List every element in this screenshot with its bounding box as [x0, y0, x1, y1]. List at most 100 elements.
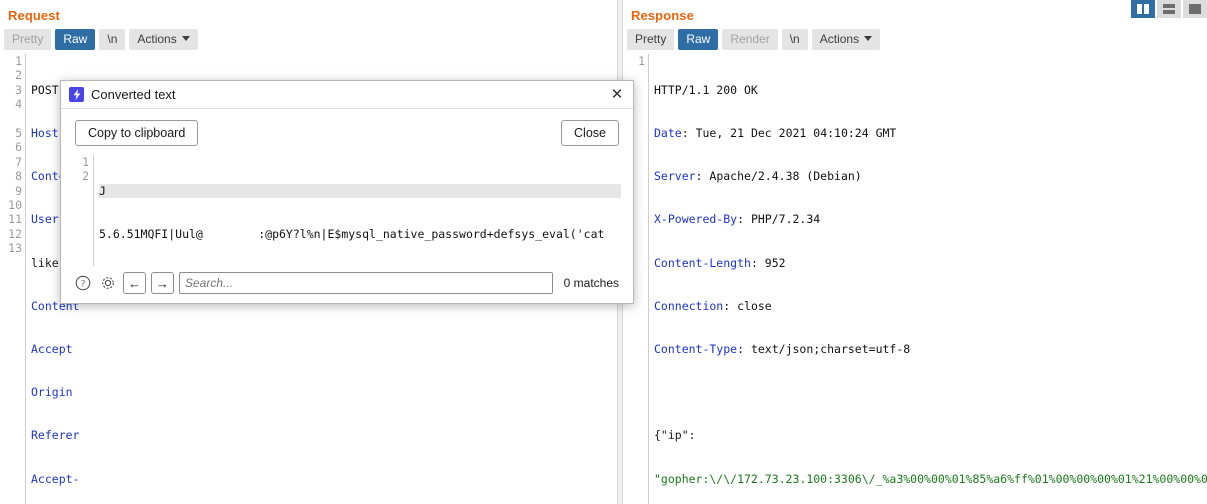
chevron-down-icon — [864, 35, 873, 41]
response-header: Date: Tue, 21 Dec 2021 04:10:24 GMT — [654, 126, 1207, 140]
split-horizontal-icon — [1163, 4, 1175, 14]
response-code-lines: HTTP/1.1 200 OK Date: Tue, 21 Dec 2021 0… — [649, 54, 1207, 504]
converted-text-dialog: Converted text ✕ Copy to clipboard Close… — [60, 80, 634, 304]
request-line: Referer — [31, 428, 617, 442]
header-colon: : — [750, 255, 758, 270]
line-number — [0, 112, 22, 126]
response-tabs: Pretty Raw Render \n Actions — [623, 23, 1207, 54]
line-number: 1 — [15, 54, 22, 68]
search-input[interactable] — [179, 272, 553, 294]
request-line: Accept- — [31, 472, 617, 486]
line-number: 4 — [15, 97, 22, 112]
request-actions-button[interactable]: Actions — [129, 28, 198, 50]
line-number: 13 — [8, 241, 22, 256]
tab-request-pretty[interactable]: Pretty — [4, 28, 52, 50]
header-colon: : — [737, 212, 745, 227]
line-number: 12 — [8, 226, 22, 241]
header-value: Tue, 21 Dec 2021 04:10:24 GMT — [688, 126, 897, 141]
match-count-label: 0 matches — [563, 276, 619, 290]
close-button[interactable]: Close — [561, 120, 619, 146]
dialog-title: Converted text — [91, 87, 176, 102]
response-header: Connection: close — [654, 299, 1207, 313]
response-panel: Response Pretty Raw Render \n Actions 1 … — [623, 0, 1207, 504]
header-name: Content-Type — [654, 342, 738, 357]
lightning-icon — [69, 87, 84, 102]
line-number: 3 — [15, 82, 22, 97]
line-number: 2 — [15, 68, 22, 83]
line-number: 1 — [82, 155, 89, 169]
dialog-code-lines: J 5.6.51MQFI|Uul@ :@p6Y?l%n|E$mysql_nati… — [94, 155, 621, 266]
request-panel-title: Request — [8, 8, 60, 23]
header-name: Content-Length — [654, 255, 751, 270]
line-number: 1 — [638, 54, 645, 68]
converted-text-area[interactable]: 1 2 J 5.6.51MQFI|Uul@ :@p6Y?l%n|E$mysql_… — [73, 155, 621, 266]
tab-response-raw[interactable]: Raw — [678, 28, 719, 50]
line-number: 9 — [15, 183, 22, 198]
line-number: 2 — [82, 169, 89, 184]
dialog-text-line: 5.6.51MQFI|Uul@ :@p6Y?l%n|E$mysql_native… — [99, 227, 605, 242]
arrow-left-icon[interactable]: ← — [123, 272, 146, 294]
single-pane-icon — [1189, 4, 1201, 14]
chevron-down-icon — [181, 35, 190, 41]
response-header: X-Powered-By: PHP/7.2.34 — [654, 212, 1207, 226]
request-line-gutter: 1 2 3 4 5 6 7 8 9 10 11 12 13 — [0, 54, 26, 504]
header-name: Origin — [31, 385, 73, 400]
dialog-line-gutter: 1 2 — [73, 155, 94, 266]
line-number: 6 — [15, 140, 22, 155]
header-colon: : — [681, 126, 689, 141]
split-vertical-icon — [1137, 4, 1149, 14]
line-number: 11 — [8, 212, 22, 227]
header-name: Referer — [31, 428, 80, 443]
request-line: Accept — [31, 342, 617, 356]
gear-icon[interactable] — [98, 273, 118, 293]
arrow-right-icon[interactable]: → — [151, 272, 174, 294]
svg-text:?: ? — [81, 278, 85, 288]
request-line: Origin — [31, 385, 617, 399]
tab-request-raw[interactable]: Raw — [55, 28, 96, 50]
dialog-search-footer: ? ← → 0 matches — [61, 266, 633, 303]
response-actions-label: Actions — [819, 31, 860, 46]
response-panel-title: Response — [631, 8, 694, 23]
response-code-area[interactable]: 1 HTTP/1.1 200 OK Date: Tue, 21 Dec 2021… — [623, 54, 1207, 504]
header-value: close — [730, 298, 772, 313]
header-value: PHP/7.2.34 — [744, 212, 821, 227]
header-colon: : — [737, 342, 745, 357]
header-value: Apache/2.4.38 (Debian) — [702, 169, 862, 184]
dialog-button-row: Copy to clipboard Close — [61, 109, 633, 155]
line-number: 8 — [15, 169, 22, 184]
copy-to-clipboard-button[interactable]: Copy to clipboard — [75, 120, 199, 146]
tab-request-newline[interactable]: \n — [99, 28, 126, 50]
response-header: Content-Length: 952 — [654, 256, 1207, 270]
header-name: Host — [31, 126, 59, 141]
layout-single-pane-button[interactable] — [1183, 0, 1207, 18]
line-number: 5 — [15, 125, 22, 140]
layout-split-vertical-button[interactable] — [1131, 0, 1155, 18]
request-tabs: Pretty Raw \n Actions — [0, 23, 617, 54]
header-name: Accept- — [31, 471, 80, 486]
layout-split-horizontal-button[interactable] — [1157, 0, 1181, 18]
response-body-line: "gopher:\/\/172.73.23.100:3306\/_%a3%00%… — [654, 471, 1207, 486]
dialog-text-line: J — [99, 183, 621, 199]
layout-button-group — [1131, 0, 1207, 18]
question-mark-icon[interactable]: ? — [73, 273, 93, 293]
tab-response-pretty[interactable]: Pretty — [627, 28, 675, 50]
line-number: 10 — [8, 197, 22, 212]
tab-response-render[interactable]: Render — [722, 28, 778, 50]
line-number: 7 — [15, 154, 22, 169]
header-name: Date — [654, 126, 682, 141]
header-name: X-Powered-By — [654, 212, 738, 227]
header-name: Connection — [654, 298, 724, 313]
header-value: text/json;charset=utf-8 — [744, 342, 911, 357]
response-header: Server: Apache/2.4.38 (Debian) — [654, 169, 1207, 183]
dialog-titlebar[interactable]: Converted text ✕ — [61, 81, 633, 109]
line-number — [73, 184, 89, 198]
response-actions-button[interactable]: Actions — [811, 28, 881, 50]
header-name: Accept — [31, 342, 73, 357]
header-value: 952 — [757, 255, 786, 270]
response-status-line: HTTP/1.1 200 OK — [654, 82, 758, 97]
close-icon[interactable]: ✕ — [607, 85, 627, 105]
request-actions-label: Actions — [137, 31, 177, 46]
response-header: Content-Type: text/json;charset=utf-8 — [654, 342, 1207, 356]
tab-response-newline[interactable]: \n — [781, 28, 808, 50]
